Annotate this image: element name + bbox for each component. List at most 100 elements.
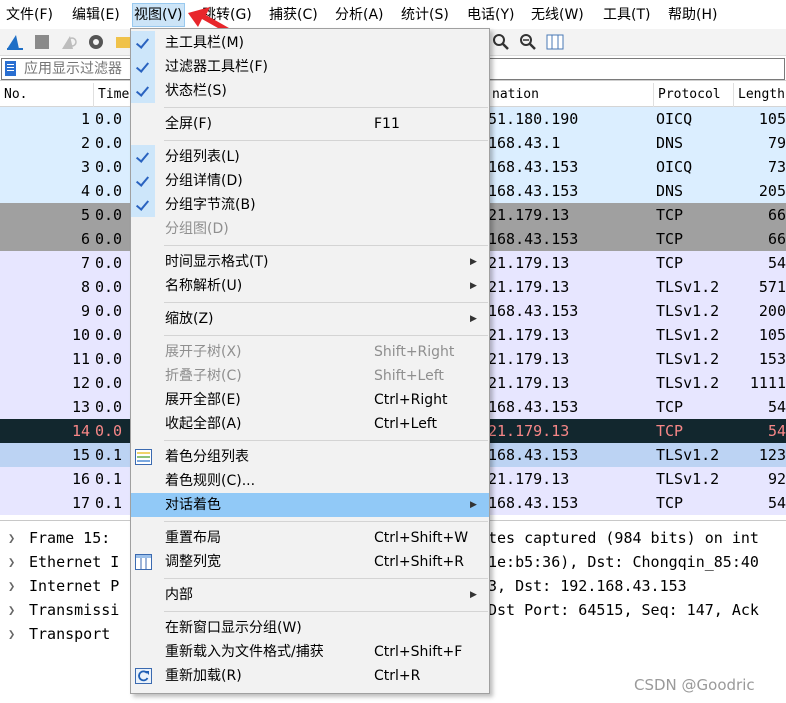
view-menu-item-label: 分组图(D) <box>165 221 229 237</box>
view-menu-item[interactable]: 分组字节流(B) <box>131 193 489 217</box>
column-protocol[interactable]: Protocol <box>654 83 734 107</box>
column-destination[interactable]: nation <box>488 83 654 107</box>
packet-length: 54 <box>767 494 786 512</box>
view-menu-item-label: 时间显示格式(T) <box>165 254 269 270</box>
packet-length: 54 <box>767 254 786 272</box>
packet-length: 153 <box>758 350 786 368</box>
view-menu-item[interactable]: 缩放(Z) ▶ <box>131 307 489 331</box>
packet-protocol: TLSv1.2 <box>656 374 720 392</box>
capture-options-icon[interactable] <box>87 33 105 51</box>
detail-label: Transport <box>29 625 111 643</box>
view-menu-item-label: 对话着色 <box>165 497 221 513</box>
view-menu-item[interactable]: 重置布局 Ctrl+Shift+W <box>131 526 489 550</box>
view-menu-item[interactable]: 着色分组列表 <box>131 445 489 469</box>
menu-telephony[interactable]: 电话(Y) <box>467 4 514 26</box>
packet-length: 54 <box>767 398 786 416</box>
view-menu-item[interactable]: 全屏(F) F11 <box>131 112 489 136</box>
menu-statistics[interactable]: 统计(S) <box>401 4 449 26</box>
chevron-right-icon[interactable]: ❯ <box>8 526 15 550</box>
view-menu-item[interactable]: 在新窗口显示分组(W) <box>131 616 489 640</box>
packet-destination: 21.179.13 <box>488 254 570 272</box>
packet-time: 0.0 <box>95 278 123 296</box>
menu-analyze[interactable]: 分析(A) <box>335 4 384 26</box>
menu-separator <box>164 107 488 108</box>
packet-length: 200 <box>758 302 786 320</box>
packet-destination: 168.43.1 <box>488 134 561 152</box>
menu-separator <box>164 335 488 336</box>
packet-time: 0.0 <box>95 374 123 392</box>
packet-time: 0.0 <box>95 254 123 272</box>
chevron-right-icon[interactable]: ❯ <box>8 574 15 598</box>
filter-bookmark-icon[interactable] <box>5 61 16 76</box>
resize-columns-toolbar-icon[interactable] <box>546 33 564 51</box>
view-menu-item[interactable]: 分组列表(L) <box>131 145 489 169</box>
menu-separator <box>164 611 488 612</box>
menu-capture[interactable]: 捕获(C) <box>269 4 318 26</box>
packet-no: 7 <box>80 254 90 272</box>
packet-no: 10 <box>71 326 90 344</box>
packet-protocol: TLSv1.2 <box>656 350 720 368</box>
packet-destination: 21.179.13 <box>488 422 570 440</box>
menu-separator <box>164 440 488 441</box>
column-length[interactable]: Length <box>734 83 786 107</box>
menu-view[interactable]: 视图(V) <box>132 3 185 27</box>
restart-capture-icon[interactable] <box>60 33 78 51</box>
view-menu-item-label: 折叠子树(C) <box>165 368 242 384</box>
chevron-right-icon[interactable]: ❯ <box>8 598 15 622</box>
packet-destination: 21.179.13 <box>488 350 570 368</box>
checkmark-icon <box>131 79 155 103</box>
packet-no: 3 <box>80 158 90 176</box>
packet-protocol: DNS <box>656 134 684 152</box>
view-menu-item[interactable]: 着色规则(C)... <box>131 469 489 493</box>
submenu-arrow-icon: ▶ <box>470 314 477 324</box>
packet-no: 13 <box>71 398 90 416</box>
stop-capture-icon[interactable] <box>33 33 51 51</box>
view-menu-item[interactable]: 过滤器工具栏(F) <box>131 55 489 79</box>
packet-length: 92 <box>767 470 786 488</box>
packet-time: 0.0 <box>95 110 123 128</box>
packet-destination: 21.179.13 <box>488 326 570 344</box>
view-menu-item[interactable]: 时间显示格式(T) ▶ <box>131 250 489 274</box>
view-menu-item[interactable]: 分组详情(D) <box>131 169 489 193</box>
packet-protocol: TLSv1.2 <box>656 302 720 320</box>
packet-destination: 168.43.153 <box>488 446 579 464</box>
menu-file[interactable]: 文件(F) <box>6 4 53 26</box>
view-menu-item[interactable]: 对话着色 ▶ <box>131 493 489 517</box>
view-menu-item-shortcut: Ctrl+Right <box>374 392 448 408</box>
view-menu-item[interactable]: 展开全部(E) Ctrl+Right <box>131 388 489 412</box>
column-time[interactable]: Time <box>94 83 134 107</box>
menu-help[interactable]: 帮助(H) <box>668 4 717 26</box>
view-menu-item[interactable]: 名称解析(U) ▶ <box>131 274 489 298</box>
view-menu-item[interactable]: 主工具栏(M) <box>131 31 489 55</box>
view-menu-item[interactable]: 重新加载(R) Ctrl+R <box>131 664 489 688</box>
packet-time: 0.0 <box>95 350 123 368</box>
packet-no: 2 <box>80 134 90 152</box>
chevron-right-icon[interactable]: ❯ <box>8 550 15 574</box>
packet-time: 0.1 <box>95 494 123 512</box>
packet-time: 0.0 <box>95 134 123 152</box>
packet-protocol: TLSv1.2 <box>656 326 720 344</box>
packet-time: 0.0 <box>95 302 123 320</box>
chevron-right-icon[interactable]: ❯ <box>8 622 15 646</box>
packet-protocol: DNS <box>656 182 684 200</box>
view-menu-item-shortcut: Ctrl+Shift+F <box>374 644 463 660</box>
view-menu-item-label: 全屏(F) <box>165 116 212 132</box>
view-menu-item[interactable]: 收起全部(A) Ctrl+Left <box>131 412 489 436</box>
menu-tools[interactable]: 工具(T) <box>603 4 650 26</box>
zoom-out-icon[interactable] <box>519 33 537 51</box>
column-no[interactable]: No. <box>0 83 94 107</box>
view-menu-item[interactable]: 状态栏(S) <box>131 79 489 103</box>
zoom-in-icon[interactable] <box>492 33 510 51</box>
view-menu-item[interactable]: 内部 ▶ <box>131 583 489 607</box>
packet-no: 15 <box>71 446 90 464</box>
view-menu-item[interactable]: 重新载入为文件格式/捕获 Ctrl+Shift+F <box>131 640 489 664</box>
shark-fin-start-icon[interactable] <box>6 33 24 51</box>
view-menu-item[interactable]: 调整列宽 Ctrl+Shift+R <box>131 550 489 574</box>
packet-length: 73 <box>767 158 786 176</box>
packet-protocol: TLSv1.2 <box>656 278 720 296</box>
menu-edit[interactable]: 编辑(E) <box>72 4 120 26</box>
packet-no: 17 <box>71 494 90 512</box>
menu-wireless[interactable]: 无线(W) <box>531 4 584 26</box>
view-menu-item-label: 重置布局 <box>165 530 221 546</box>
packet-protocol: OICQ <box>656 158 693 176</box>
